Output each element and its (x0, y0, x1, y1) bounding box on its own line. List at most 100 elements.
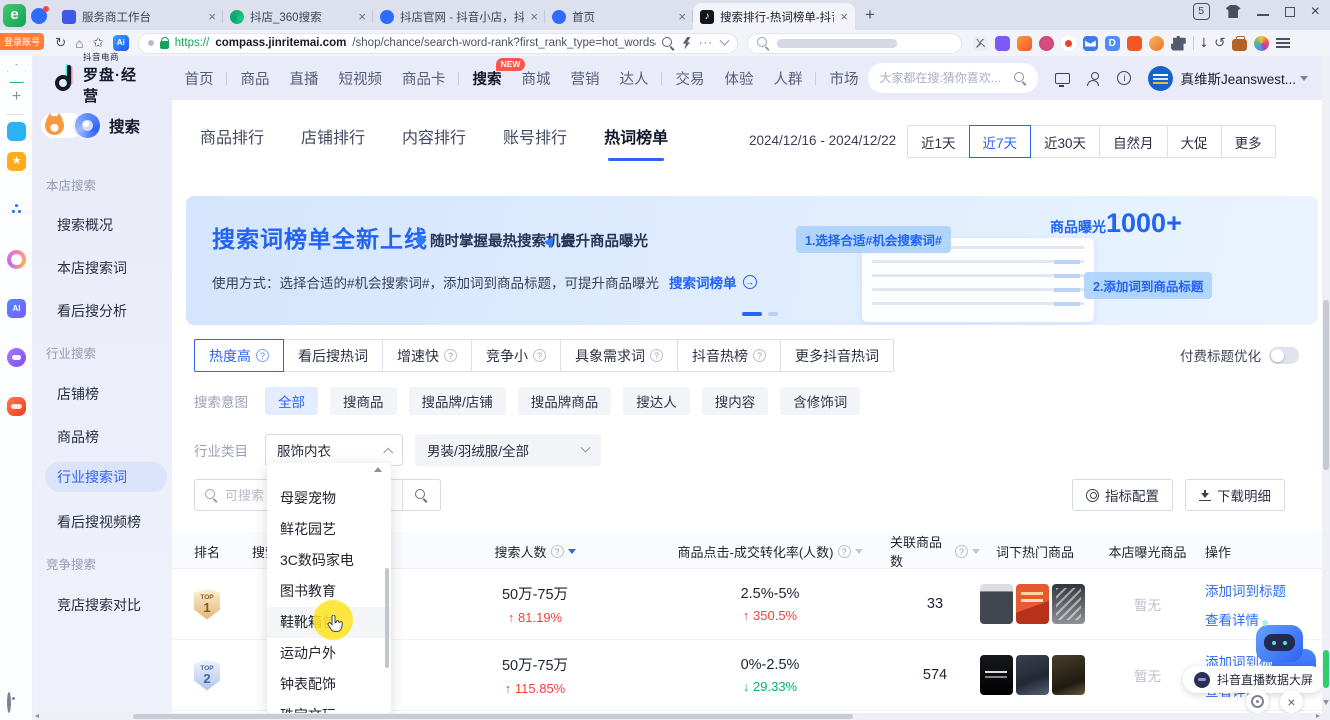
date-button-1d[interactable]: 近1天 (907, 125, 970, 158)
nav-item-experience[interactable]: 体验 (714, 68, 763, 89)
sidebar-item-goods-rank[interactable]: 商品榜 (57, 427, 99, 447)
banner-pagination[interactable] (742, 312, 778, 316)
extension-icon[interactable] (1105, 36, 1120, 51)
filter-concrete-demand[interactable]: 具象需求词 (560, 339, 678, 372)
date-button-more[interactable]: 更多 (1221, 125, 1276, 158)
filter-douyin-hot[interactable]: 抖音热榜 (677, 339, 781, 372)
extension-icon[interactable] (1127, 36, 1142, 51)
intent-all[interactable]: 全部 (265, 387, 318, 415)
menu-icon[interactable] (1276, 38, 1290, 40)
profile-icon[interactable] (1254, 36, 1269, 51)
network-dock-icon[interactable] (7, 201, 26, 220)
tab-goods-rank[interactable]: 商品排行 (200, 124, 264, 148)
nav-item-video[interactable]: 短视频 (328, 68, 392, 89)
filter-more-hot-words[interactable]: 更多抖音热词 (780, 339, 894, 372)
header-related[interactable]: 关联商品数 (890, 532, 980, 570)
word-search-button[interactable] (403, 479, 441, 511)
date-button-7d[interactable]: 近7天 (969, 125, 1032, 158)
question-icon[interactable] (650, 349, 663, 362)
extension-icon[interactable] (995, 36, 1010, 51)
browser-tab-active[interactable]: 搜索排行-热词榜单-抖音电商 × (693, 3, 855, 30)
monitor-icon[interactable] (1055, 73, 1070, 84)
filter-low-competition[interactable]: 竞争小 (471, 339, 561, 372)
assistant-close-button[interactable]: × (1280, 690, 1303, 713)
sidebar-item-shop-search-words[interactable]: 本店搜索词 (57, 258, 127, 278)
category-primary-select[interactable]: 服饰内衣 (265, 434, 403, 466)
product-thumbnail[interactable] (1052, 584, 1085, 624)
hot-product-thumbnails[interactable] (980, 584, 1090, 624)
star-dock-icon[interactable] (7, 152, 26, 171)
assistant-settings-button[interactable] (1246, 690, 1269, 713)
lightning-icon[interactable] (683, 37, 691, 50)
tab-close-icon[interactable]: × (208, 9, 216, 24)
search-icon[interactable] (1014, 72, 1027, 85)
tab-shop-rank[interactable]: 店铺排行 (301, 124, 365, 148)
info-icon[interactable]: i (1117, 71, 1131, 85)
question-icon[interactable] (753, 349, 766, 362)
home-dock-icon[interactable] (7, 64, 26, 83)
browser-tab[interactable]: 抖店官网 - 抖音小店，抖音电 × (373, 3, 545, 30)
sidebar-item-competitor-compare[interactable]: 竞店搜索对比 (57, 595, 141, 615)
scissors-icon[interactable] (973, 36, 988, 51)
tab-count-badge[interactable]: 5 (1193, 3, 1210, 20)
dropdown-option[interactable]: 钟表配饰 (267, 669, 391, 700)
banner-link[interactable]: 搜索词榜单 (669, 272, 737, 292)
sidebar-item-industry-search-words[interactable]: 行业搜索词 (45, 462, 167, 492)
pinned-extension-icon[interactable] (31, 8, 47, 24)
nav-item-market[interactable]: 市场 (819, 68, 868, 89)
nav-item-marketing[interactable]: 营销 (560, 68, 609, 89)
scroll-right-icon[interactable] (1316, 714, 1320, 718)
intent-content[interactable]: 搜内容 (702, 387, 769, 415)
scroll-down-icon[interactable] (1323, 700, 1329, 705)
sidebar-item-watch-search-analysis[interactable]: 看后搜分析 (57, 301, 127, 321)
weibo-extension-icon[interactable] (1061, 36, 1076, 51)
date-button-month[interactable]: 自然月 (1099, 125, 1168, 158)
nav-item-mall[interactable]: 商城 (511, 68, 560, 89)
header-users[interactable]: 搜索人数 (420, 542, 650, 561)
browser-tab[interactable]: 服务商工作台 × (55, 3, 223, 30)
vertical-scrollbar-thumb[interactable] (1323, 300, 1329, 470)
tab-close-icon[interactable]: × (530, 9, 538, 24)
paid-title-toggle[interactable] (1269, 347, 1299, 364)
category-secondary-select[interactable]: 男装/羽绒服/全部 (415, 434, 601, 466)
dropdown-option[interactable]: 珠宝文玩 (267, 700, 391, 713)
chat-dock-icon[interactable] (7, 348, 26, 367)
intent-modifier[interactable]: 含修饰词 (780, 387, 860, 415)
ai-dock-icon[interactable] (7, 299, 26, 318)
mail-extension-icon[interactable] (1083, 36, 1098, 51)
nav-item-live[interactable]: 直播 (279, 68, 328, 89)
nav-item-goods[interactable]: 商品 (230, 68, 279, 89)
date-button-promo[interactable]: 大促 (1167, 125, 1222, 158)
site-info-icon[interactable] (148, 40, 154, 46)
briefcase-icon[interactable] (1232, 39, 1247, 51)
product-thumbnail[interactable] (980, 584, 1013, 624)
horizontal-scrollbar-thumb[interactable] (133, 714, 853, 719)
header-conversion[interactable]: 商品点击-成交转化率(人数) (650, 542, 890, 561)
tab-close-icon[interactable]: × (678, 9, 686, 24)
dropdown-option[interactable]: 母婴宠物 (267, 483, 391, 514)
assistant-robot-icon[interactable] (1256, 625, 1303, 662)
add-word-link[interactable]: 添加词到标题 (1205, 580, 1322, 600)
sidebar-item-search-overview[interactable]: 搜索概况 (57, 215, 113, 235)
chevron-down-icon[interactable] (1300, 76, 1308, 81)
address-bar[interactable]: https://compass.jinritemai.com/shop/chan… (138, 33, 738, 54)
window-close-button[interactable]: × (1311, 6, 1320, 18)
puzzle-extensions-icon[interactable] (1171, 36, 1186, 51)
login-account-badge[interactable]: 登录账号 (0, 33, 44, 50)
tab-close-icon[interactable]: × (840, 9, 848, 24)
horizontal-scrollbar[interactable] (33, 713, 1322, 720)
filter-watch-search[interactable]: 看后搜热词 (283, 339, 383, 372)
tab-hot-words-rank[interactable]: 热词榜单 (604, 124, 668, 148)
add-dock-icon[interactable]: + (7, 88, 26, 107)
intent-brand-shop[interactable]: 搜品牌/店铺 (409, 387, 506, 415)
user-name[interactable]: 真维斯Jeanswest... (1180, 68, 1296, 88)
scroll-left-icon[interactable] (35, 714, 39, 718)
browser-logo-icon[interactable] (3, 4, 26, 27)
home-icon[interactable]: ⌂ (75, 36, 83, 51)
question-icon[interactable] (551, 545, 564, 558)
app-search-box[interactable] (868, 63, 1038, 93)
product-thumbnail[interactable] (1052, 655, 1085, 695)
tab-content-rank[interactable]: 内容排行 (402, 124, 466, 148)
user-icon[interactable] (1087, 72, 1100, 85)
question-icon[interactable] (533, 349, 546, 362)
